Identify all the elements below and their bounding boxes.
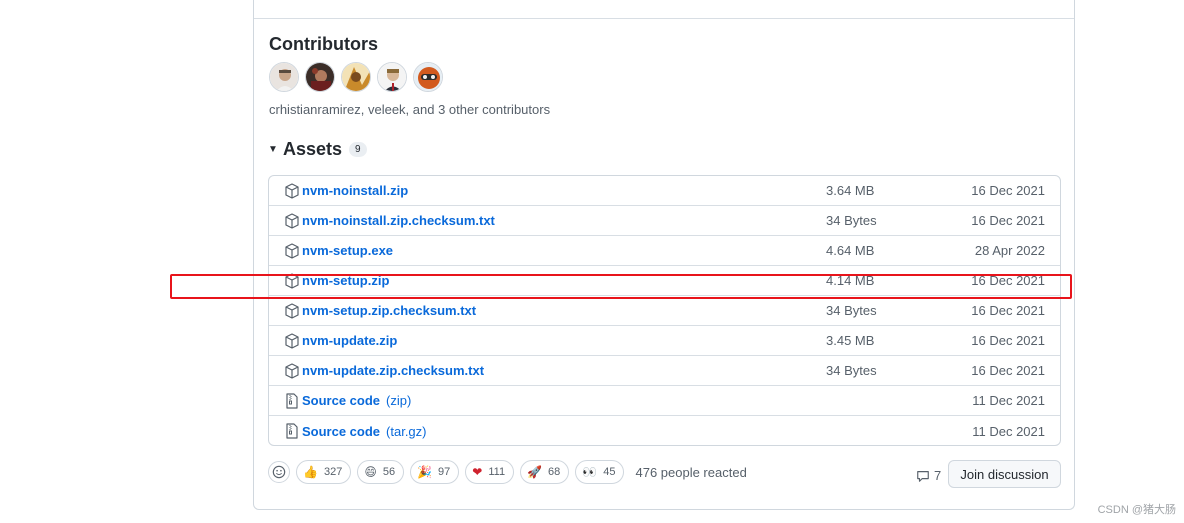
smiley-icon	[272, 465, 286, 479]
asset-link[interactable]: nvm-update.zip	[302, 333, 397, 348]
avatar[interactable]	[269, 62, 299, 92]
discussion-comment-count[interactable]: 7	[916, 468, 941, 483]
asset-row: nvm-update.zip 3.45 MB 16 Dec 2021	[269, 326, 1060, 356]
reaction-rocket[interactable]: 🚀 68	[520, 460, 570, 484]
release-card: Contributors crhistianramirez, veleek, a…	[253, 0, 1075, 510]
asset-link[interactable]: Source code (zip)	[302, 393, 411, 408]
rocket-icon: 🚀	[527, 465, 543, 479]
file-zip-icon	[286, 423, 298, 439]
asset-date: 11 Dec 2021	[972, 423, 1045, 439]
thumbs-up-icon: 👍	[303, 465, 318, 479]
asset-link[interactable]: nvm-setup.zip.checksum.txt	[302, 303, 476, 318]
caret-down-icon[interactable]: ▼	[268, 144, 282, 155]
asset-date: 16 Dec 2021	[971, 303, 1045, 318]
assets-heading: Assets	[283, 139, 343, 159]
assets-count-badge: 9	[349, 142, 367, 157]
add-reaction-button[interactable]	[268, 461, 290, 483]
join-discussion-button[interactable]: Join discussion	[948, 460, 1061, 488]
asset-size: 34 Bytes	[826, 363, 877, 378]
contributors-summary: crhistianramirez, veleek, and 3 other co…	[269, 102, 551, 117]
asset-link[interactable]: Source code (tar.gz)	[302, 424, 427, 439]
reaction-hooray[interactable]: 🎉 97	[410, 460, 460, 484]
assets-header[interactable]: ▼ Assets 9	[268, 139, 367, 160]
asset-date: 16 Dec 2021	[971, 183, 1045, 198]
avatar[interactable]	[305, 62, 335, 92]
asset-size: 34 Bytes	[826, 213, 877, 228]
asset-link[interactable]: nvm-update.zip.checksum.txt	[302, 363, 484, 378]
asset-row: nvm-setup.zip.checksum.txt 34 Bytes 16 D…	[269, 296, 1060, 326]
package-icon	[285, 303, 299, 319]
package-icon	[285, 243, 299, 259]
asset-date: 11 Dec 2021	[972, 393, 1045, 408]
asset-row: nvm-setup.exe 4.64 MB 28 Apr 2022	[269, 236, 1060, 266]
asset-size: 34 Bytes	[826, 303, 877, 318]
asset-date: 16 Dec 2021	[971, 363, 1045, 378]
contributor-avatars	[269, 62, 443, 92]
asset-size: 3.45 MB	[826, 333, 875, 348]
package-icon	[285, 363, 299, 379]
asset-date: 28 Apr 2022	[974, 243, 1045, 258]
hooray-icon: 🎉	[417, 465, 433, 479]
comment-icon	[917, 470, 929, 482]
contributors-heading: Contributors	[269, 34, 378, 54]
package-icon	[285, 183, 299, 199]
asset-row: Source code (tar.gz) 11 Dec 2021	[269, 416, 1060, 445]
asset-link[interactable]: nvm-setup.exe	[302, 243, 393, 258]
reactions-bar: 👍 327 😄 56 🎉 97 ❤ 111 🚀 68 👀 45 476 people rea…	[268, 460, 747, 484]
watermark: CSDN @猪大肠	[1097, 504, 1176, 516]
asset-size: 3.64 MB	[826, 183, 875, 198]
asset-link[interactable]: nvm-noinstall.zip.checksum.txt	[302, 213, 495, 228]
asset-size: 4.64 MB	[826, 243, 875, 258]
laugh-icon: 😄	[364, 465, 377, 479]
asset-link[interactable]: nvm-noinstall.zip	[302, 183, 408, 198]
reaction-heart[interactable]: ❤ 111	[465, 460, 515, 484]
asset-date: 16 Dec 2021	[971, 213, 1045, 228]
asset-date: 16 Dec 2021	[971, 333, 1045, 348]
asset-row: nvm-noinstall.zip 3.64 MB 16 Dec 2021	[269, 176, 1060, 206]
reaction-laugh[interactable]: 😄 56	[357, 460, 405, 484]
highlight-box	[170, 274, 1072, 299]
section-divider	[254, 18, 1074, 19]
eyes-icon: 👀	[582, 465, 598, 479]
assets-list: nvm-noinstall.zip 3.64 MB 16 Dec 2021 nv…	[268, 175, 1061, 446]
reaction-thumbs-up[interactable]: 👍 327	[296, 460, 352, 484]
avatar[interactable]	[341, 62, 371, 92]
heart-icon: ❤	[472, 465, 483, 479]
package-icon	[285, 333, 299, 349]
asset-row: nvm-update.zip.checksum.txt 34 Bytes 16 …	[269, 356, 1060, 386]
reactions-summary: 476 people reacted	[635, 464, 747, 480]
package-icon	[285, 213, 299, 229]
asset-row: nvm-noinstall.zip.checksum.txt 34 Bytes …	[269, 206, 1060, 236]
avatar[interactable]	[413, 62, 443, 92]
file-zip-icon	[286, 393, 298, 409]
reaction-eyes[interactable]: 👀 45	[575, 460, 625, 484]
avatar[interactable]	[377, 62, 407, 92]
asset-row: Source code (zip) 11 Dec 2021	[269, 386, 1060, 416]
